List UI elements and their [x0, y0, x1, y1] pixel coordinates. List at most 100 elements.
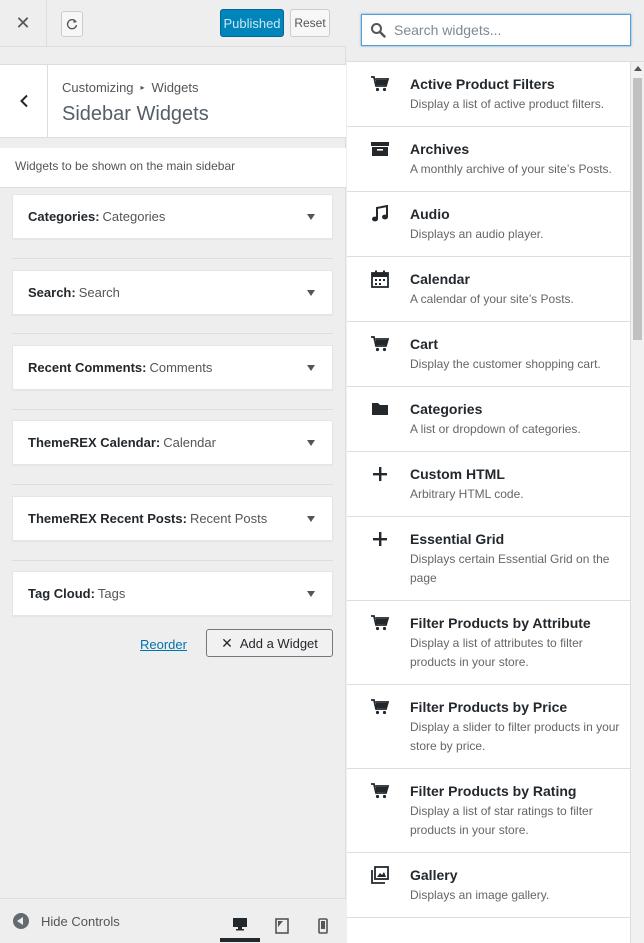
tablet-icon: [275, 917, 289, 934]
widget-description: A monthly archive of your site’s Posts.: [410, 162, 612, 176]
caret-down-icon[interactable]: [307, 440, 315, 446]
widget-name: Audio: [410, 206, 450, 222]
widget-name: ThemeREX Calendar:: [28, 435, 161, 450]
widget-description: Display the customer shopping cart.: [410, 357, 601, 371]
widget-description: Displays an audio player.: [410, 227, 544, 241]
widget-name: Cart: [410, 336, 439, 352]
gallery-icon: [370, 865, 390, 885]
desktop-icon: [233, 917, 247, 930]
tablet-preview-button[interactable]: [262, 909, 302, 942]
divider: [12, 560, 333, 561]
add-widget-button[interactable]: ✕ Add a Widget: [206, 629, 333, 657]
hide-controls-label: Hide Controls: [41, 913, 120, 929]
widget-description: A calendar of your site’s Posts.: [410, 292, 574, 306]
plus-icon: [370, 529, 390, 549]
breadcrumb-current: Widgets: [151, 80, 199, 95]
list-item[interactable]: Gallery Displays an image gallery.: [347, 853, 630, 918]
list-item[interactable]: Filter Products by Attribute Display a l…: [347, 601, 630, 685]
plus-icon: [370, 464, 390, 484]
widget-description: Display a list of star ratings to filter…: [410, 804, 593, 837]
mobile-icon: [318, 917, 328, 934]
list-item[interactable]: Filter Products by Price Display a slide…: [347, 685, 630, 769]
list-item[interactable]: Filter Products by Rating Display a list…: [347, 769, 630, 853]
scroll-up-icon[interactable]: [634, 66, 642, 71]
caret-down-icon[interactable]: [307, 214, 315, 220]
cart-icon: [370, 334, 390, 354]
widget-description: A list or dropdown of categories.: [410, 422, 581, 436]
mobile-preview-button[interactable]: [303, 909, 343, 942]
cart-icon: [370, 74, 390, 94]
collapse-icon: [13, 913, 29, 929]
refresh-icon: [66, 19, 78, 30]
widget-name: ThemeREX Recent Posts:: [28, 511, 187, 526]
widget-name: Essential Grid: [410, 531, 505, 547]
list-item[interactable]: Categories A list or dropdown of categor…: [347, 387, 630, 452]
widget-name: Custom HTML: [410, 466, 505, 482]
widget-title: Categories: [102, 209, 166, 224]
page-title: Sidebar Widgets: [62, 103, 209, 125]
reorder-link[interactable]: Reorder: [140, 637, 187, 652]
widget-name: Filter Products by Rating: [410, 783, 577, 799]
chevron-left-icon: [19, 94, 28, 108]
widget-name: Active Product Filters: [410, 76, 555, 92]
widget-themerex-calendar[interactable]: ThemeREX Calendar: Calendar: [12, 420, 333, 465]
widget-themerex-recent-posts[interactable]: ThemeREX Recent Posts: Recent Posts: [12, 496, 333, 541]
scrollbar[interactable]: [630, 62, 644, 943]
widget-name: Recent Comments:: [28, 360, 147, 375]
list-item[interactable]: Active Product Filters Display a list of…: [347, 62, 630, 127]
list-item[interactable]: Cart Display the customer shopping cart.: [347, 322, 630, 387]
close-customizer-button[interactable]: ✕: [0, 0, 47, 46]
search-box[interactable]: [361, 14, 631, 46]
close-icon: ✕: [15, 12, 31, 33]
widget-recent-comments[interactable]: Recent Comments: Comments: [12, 345, 333, 390]
caret-down-icon[interactable]: [307, 290, 315, 296]
reset-button[interactable]: Reset: [290, 9, 330, 37]
widget-search[interactable]: Search: Search: [12, 270, 333, 315]
customizer-controls: ✕ Published Reset Customizing ▸ Widgets …: [0, 0, 346, 943]
customizer-header: ✕ Published Reset: [0, 0, 346, 47]
widget-name: Categories: [410, 401, 483, 417]
section-titlebar: Customizing ▸ Widgets Sidebar Widgets: [0, 64, 346, 138]
widget-tag-cloud[interactable]: Tag Cloud: Tags: [12, 571, 333, 616]
caret-down-icon[interactable]: [307, 516, 315, 522]
desktop-preview-button[interactable]: [220, 909, 260, 942]
available-widgets-list: Active Product Filters Display a list of…: [347, 62, 630, 943]
widget-name: Filter Products by Attribute: [410, 615, 591, 631]
calendar-icon: [370, 269, 390, 289]
folder-icon: [370, 399, 390, 419]
breadcrumb-separator-icon: ▸: [140, 83, 145, 92]
search-icon: [371, 23, 386, 38]
widget-categories[interactable]: Categories: Categories: [12, 194, 333, 239]
list-item[interactable]: Audio Displays an audio player.: [347, 192, 630, 257]
breadcrumb: Customizing ▸ Widgets: [62, 80, 199, 95]
divider: [12, 409, 333, 410]
hide-controls-button[interactable]: Hide Controls: [13, 913, 120, 929]
widget-title: Recent Posts: [189, 511, 268, 526]
back-button[interactable]: [0, 65, 48, 137]
widget-description: Displays an image gallery.: [410, 888, 550, 902]
published-button[interactable]: Published: [220, 9, 284, 37]
breadcrumb-parent: Customizing: [62, 80, 134, 95]
widget-search-bar: [347, 0, 644, 62]
widget-description: Display a slider to filter products in y…: [410, 720, 620, 753]
scrollbar-thumb[interactable]: [633, 78, 642, 340]
list-item[interactable]: Custom HTML Arbitrary HTML code.: [347, 452, 630, 517]
cart-icon: [370, 781, 390, 801]
list-item[interactable]: Essential Grid Displays certain Essentia…: [347, 517, 630, 601]
section-description: Widgets to be shown on the main sidebar: [0, 148, 346, 188]
search-input[interactable]: [394, 22, 614, 38]
list-item[interactable]: Calendar A calendar of your site’s Posts…: [347, 257, 630, 322]
refresh-button[interactable]: [61, 11, 83, 37]
caret-down-icon[interactable]: [307, 365, 315, 371]
music-icon: [370, 204, 390, 224]
widget-description: Arbitrary HTML code.: [410, 487, 524, 501]
widget-description: Display a list of attributes to filter p…: [410, 636, 583, 669]
widget-name: Search:: [28, 285, 76, 300]
close-icon: ✕: [221, 634, 233, 651]
widget-title: Comments: [149, 360, 213, 375]
caret-down-icon[interactable]: [307, 591, 315, 597]
widget-name: Archives: [410, 141, 470, 157]
list-item[interactable]: Archives A monthly archive of your site’…: [347, 127, 630, 192]
widget-title: Search: [78, 285, 120, 300]
divider: [12, 484, 333, 485]
